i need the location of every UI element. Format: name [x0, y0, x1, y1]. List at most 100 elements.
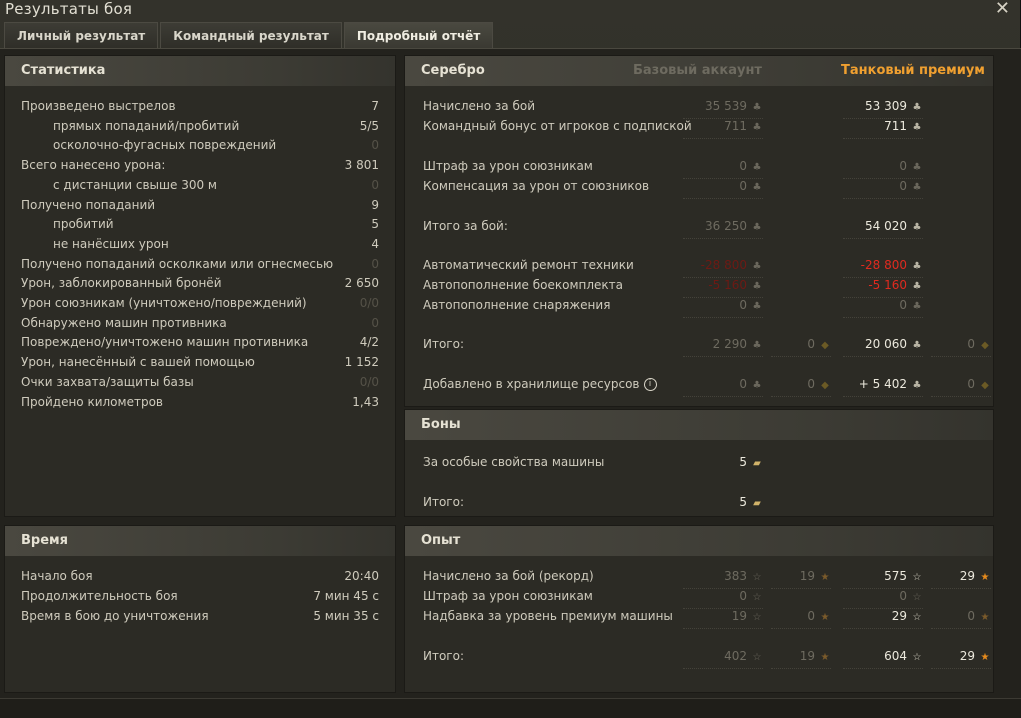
silver-label: Итого за бой:: [423, 219, 508, 233]
basic-credits-amount: 35 539: [705, 99, 747, 113]
premium-credits-amount: + 5 402: [858, 377, 907, 391]
stat-row: Пройдено километров 1,43: [21, 392, 381, 412]
xp-star-icon: ☆: [752, 572, 762, 583]
stat-row: прямых попаданий/пробитий 5/5: [21, 116, 381, 136]
silver-row: Автопополнение боекомплекта -5 160 ♣ -5 160…: [423, 275, 983, 298]
silver-total-row-text: Итого:: [423, 337, 464, 351]
stat-label: с дистанции свыше 300 м: [53, 177, 217, 192]
stat-row: Всего нанесено урона: 3 801: [21, 155, 381, 175]
silver-storage-row-text: Добавлено в хранилище ресурсов: [423, 377, 640, 391]
exp-row: Штраф за урон союзникам 0 ☆ 0 ☆: [423, 586, 983, 609]
premium-credits-amount: 0: [899, 159, 907, 173]
stat-label: прямых попаданий/пробитий: [53, 118, 240, 133]
credits-icon: ♣: [912, 301, 922, 312]
stat-label: Очки захвата/защиты базы: [21, 374, 194, 389]
gold-icon: ◆: [981, 340, 989, 351]
bond-row: Итого: 5 ▰: [423, 492, 983, 512]
premium-credits-amount: 53 309: [865, 99, 907, 113]
bond-value: 5 ▰: [683, 452, 763, 474]
stat-label: Получено попаданий осколками или огнесме…: [21, 256, 334, 271]
bond-value: 5 ▰: [683, 492, 763, 514]
free-xp-icon: ★: [980, 572, 990, 583]
premium-free-xp-amount: 29: [959, 649, 975, 663]
tab-team-result[interactable]: Командный результат: [160, 22, 342, 48]
exp-row: Надбавка за уровень премиум машины 19 ☆ 0 ★ 2…: [423, 606, 991, 629]
silver-title: Серебро: [421, 63, 485, 78]
close-icon[interactable]: ✕: [995, 0, 1010, 19]
info-icon: i: [643, 378, 657, 391]
premium-xp-value: 29 ☆: [843, 606, 923, 629]
premium-credits-amount: 711: [884, 119, 907, 133]
credits-icon: ♣: [912, 281, 922, 292]
silver-row: Командный бонус от игроков с подпиской 71…: [423, 116, 983, 139]
xp-star-icon: ☆: [752, 612, 762, 623]
stat-value: 0: [371, 256, 379, 271]
bond-icon: ▰: [753, 498, 761, 509]
credits-icon: ♣: [752, 340, 762, 351]
stat-label: Обнаружено машин противника: [21, 315, 227, 330]
premium-xp-amount: 29: [891, 609, 907, 623]
stat-label: Произведено выстрелов: [21, 99, 176, 113]
basic-xp-value: 19 ☆: [683, 606, 763, 629]
stat-row: Очки захвата/защиты базы 0/0: [21, 372, 381, 392]
stat-label: Получено попаданий: [21, 197, 156, 212]
bond-label: Итого:: [423, 495, 464, 509]
credits-icon: ♣: [912, 222, 922, 233]
premium-gold-value: 0 ◆: [931, 334, 991, 357]
stat-row: Получено попаданий 9: [21, 195, 381, 215]
stat-value: 4/2: [359, 335, 379, 350]
silver-header: Серебро Базовый аккаунт Танковый премиум: [405, 56, 993, 86]
premium-credits-value: 20 060 ♣: [843, 334, 923, 357]
stat-label: Урон, заблокированный бронёй: [21, 276, 222, 291]
xp-star-icon: ☆: [912, 612, 922, 623]
experience-header: Опыт: [405, 526, 993, 556]
silver-label: Автопополнение снаряжения: [423, 298, 611, 312]
free-xp-icon: ★: [820, 612, 830, 623]
time-value: 5 мин 35 с: [313, 609, 379, 623]
premium-credits-amount: 54 020: [865, 219, 907, 233]
premium-xp-amount: 575: [884, 569, 907, 583]
basic-xp-amount: 402: [724, 649, 747, 663]
stat-row: осколочно-фугасных повреждений 0: [21, 135, 381, 155]
time-row: Начало боя 20:40: [21, 566, 381, 586]
time-label: Начало боя: [21, 569, 93, 583]
credits-icon: ♣: [752, 261, 762, 272]
exp-label: Надбавка за уровень премиум машины: [423, 609, 673, 623]
basic-credits-amount: 0: [739, 377, 747, 391]
stat-row: Получено попаданий осколками или огнесме…: [21, 254, 381, 274]
stat-value: 7: [371, 99, 379, 113]
tab-detailed-report[interactable]: Подробный отчёт: [343, 22, 494, 48]
credits-icon: ♣: [912, 182, 922, 193]
time-header: Время: [5, 526, 395, 556]
basic-free-xp-value: 19 ★: [771, 646, 831, 669]
stat-value: 0/0: [359, 374, 379, 389]
gold-icon: ◆: [981, 380, 989, 391]
bonds-panel: Боны За особые свойства машины 5 ▰ Итого: 5 ▰: [404, 409, 994, 517]
stat-value: 3 801: [344, 158, 379, 173]
time-row: Продолжительность боя 7 мин 45 с: [21, 586, 381, 606]
silver-total-row: Итого: 2 290 ♣ 0 ◆ 20 060 ♣ 0 ◆: [423, 334, 991, 357]
xp-star-icon: ☆: [752, 592, 762, 603]
silver-label: Штраф за урон союзникам: [423, 159, 593, 173]
basic-free-xp-amount: 0: [807, 609, 815, 623]
premium-credits-amount: 0: [899, 298, 907, 312]
stat-label: Повреждено/уничтожено машин противника: [21, 335, 309, 350]
exp-row: Итого: 402 ☆ 19 ★ 604 ☆ 29 ★: [423, 646, 991, 669]
basic-gold-value: 0 ◆: [771, 334, 831, 357]
basic-credits-amount: -28 800: [700, 258, 747, 272]
stat-row: Обнаружено машин противника 0: [21, 313, 381, 333]
stat-row: с дистанции свыше 300 м 0: [21, 175, 381, 195]
basic-xp-amount: 19: [731, 609, 747, 623]
exp-label: Итого:: [423, 649, 464, 663]
stat-value: 5/5: [359, 118, 379, 133]
credits-icon: ♣: [752, 301, 762, 312]
xp-star-icon: ☆: [912, 572, 922, 583]
basic-gold-amount: 0: [807, 337, 815, 351]
premium-credits-value: + 5 402 ♣: [843, 374, 923, 397]
bond-icon: ▰: [753, 458, 761, 469]
premium-credits-value: 54 020 ♣: [843, 216, 923, 239]
tab-personal-result[interactable]: Личный результат: [4, 22, 159, 48]
basic-free-xp-value: 0 ★: [771, 606, 831, 629]
credits-icon: ♣: [752, 102, 762, 113]
silver-storage-row-label: Добавлено в хранилище ресурсов i: [423, 374, 657, 394]
